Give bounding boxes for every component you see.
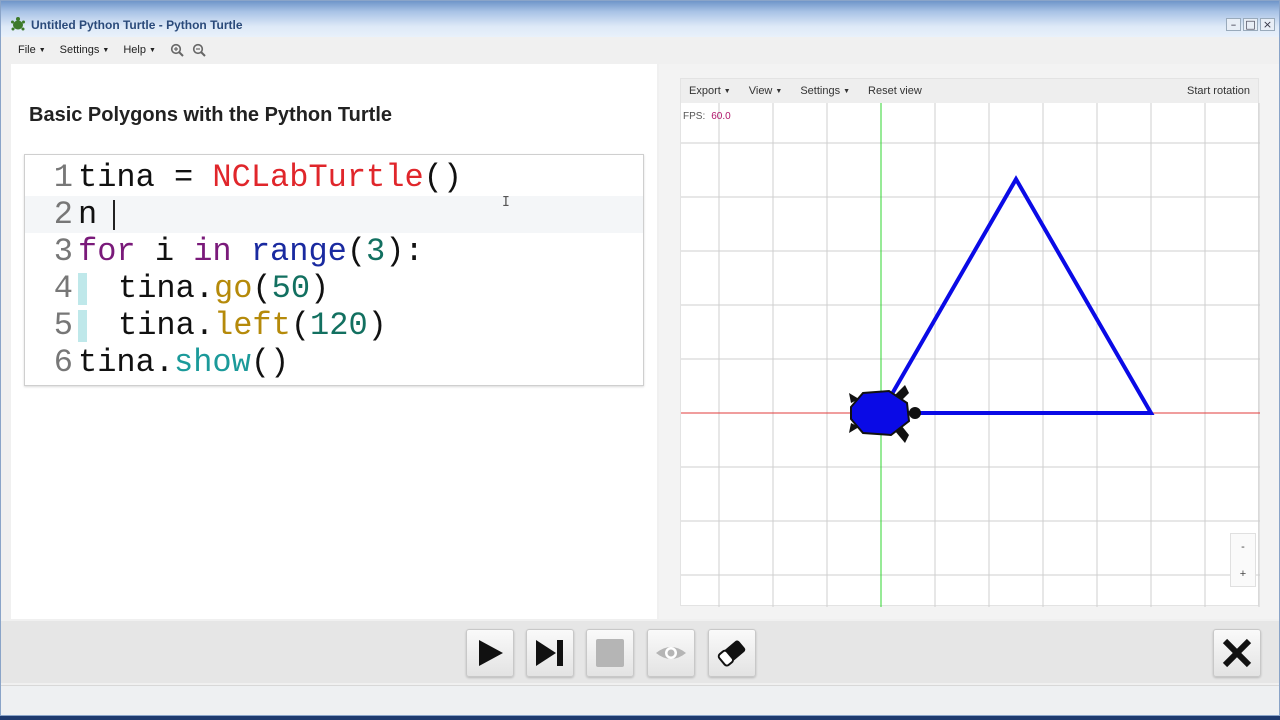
canvas-toolbar: Export ▼ View ▼ Settings ▼ Reset view Start…: [681, 79, 1258, 103]
play-button[interactable]: [466, 629, 514, 677]
mouse-ibeam-cursor: I: [502, 195, 510, 210]
worksheet-pane: Basic Polygons with the Python Turtle 1t…: [11, 64, 657, 619]
code-line[interactable]: 2n: [25, 196, 643, 233]
text-cursor: [113, 199, 116, 230]
zoom-out-button[interactable]: -: [1231, 534, 1255, 561]
turtle-output-pane: Export ▼ View ▼ Settings ▼ Reset view Start…: [659, 64, 1279, 619]
window-close-button[interactable]: ×: [1260, 18, 1275, 31]
export-menu[interactable]: Export ▼: [689, 85, 731, 97]
menu-settings[interactable]: Settings ▼: [60, 44, 110, 56]
code-line[interactable]: 6 tina.show(): [25, 344, 643, 381]
close-button[interactable]: [1213, 629, 1261, 677]
window-title: Untitled Python Turtle - Python Turtle: [31, 18, 243, 32]
menu-bar: File ▼ Settings ▼ Help ▼: [1, 38, 1279, 62]
code-line[interactable]: 1 tina = NCLabTurtle(): [25, 159, 643, 196]
status-bar: [1, 685, 1279, 715]
code-text: for i in range(3):: [78, 233, 424, 270]
code-text: tina.go(50): [73, 270, 329, 307]
code-line[interactable]: 5 tina.left(120): [25, 307, 643, 344]
page-title: Basic Polygons with the Python Turtle: [29, 104, 392, 126]
stop-icon: [596, 639, 624, 667]
turtle-canvas[interactable]: [681, 79, 1260, 607]
line-number: 5: [53, 307, 73, 344]
line-number: 6: [53, 344, 73, 381]
canvas-settings-menu[interactable]: Settings ▼: [800, 85, 850, 97]
eye-icon: [656, 647, 686, 659]
turtle-sprite: [849, 385, 921, 443]
code-text: tina.left(120): [73, 307, 387, 344]
eraser-icon: [717, 640, 746, 667]
turtle-drawn-triangle: [877, 175, 1155, 415]
line-number: 2: [53, 196, 73, 233]
title-bar[interactable]: Untitled Python Turtle - Python Turtle –…: [1, 1, 1279, 37]
reset-view-button[interactable]: Reset view: [868, 85, 922, 97]
code-text: tina = NCLabTurtle(): [78, 159, 463, 196]
zoom-in-button[interactable]: +: [1231, 561, 1255, 588]
code-line[interactable]: 4 tina.go(50): [25, 270, 643, 307]
erase-button[interactable]: [708, 629, 756, 677]
play-icon: [479, 640, 503, 666]
canvas-zoom-controls: - +: [1230, 533, 1256, 587]
minimize-button[interactable]: –: [1226, 18, 1241, 31]
step-button[interactable]: [526, 629, 574, 677]
turtle-canvas-panel: Export ▼ View ▼ Settings ▼ Reset view Start…: [680, 78, 1260, 607]
indent-guide: [78, 272, 87, 305]
menu-help[interactable]: Help ▼: [123, 44, 156, 56]
code-line[interactable]: 3 for i in range(3):: [25, 233, 643, 270]
line-number: 4: [53, 270, 73, 307]
indent-guide: [78, 309, 87, 342]
app-window: Untitled Python Turtle - Python Turtle –…: [0, 0, 1280, 716]
code-editor[interactable]: 1 tina = NCLabTurtle() 2 n 3 for i in range(3…: [24, 154, 644, 386]
turtle-app-icon: [11, 17, 25, 31]
run-controls-bar: [1, 621, 1279, 683]
line-number: 1: [53, 159, 73, 196]
stop-button[interactable]: [586, 629, 634, 677]
step-icon: [536, 640, 563, 666]
zoom-out-icon[interactable]: [192, 43, 206, 57]
fps-counter: FPS: 60.0: [683, 111, 731, 122]
code-text: tina.show(): [78, 344, 290, 381]
line-number: 3: [53, 233, 73, 270]
start-rotation-button[interactable]: Start rotation: [1187, 85, 1250, 97]
close-icon: [1222, 638, 1252, 668]
watch-button[interactable]: [647, 629, 695, 677]
maximize-button[interactable]: □: [1243, 18, 1258, 31]
view-menu[interactable]: View ▼: [749, 85, 783, 97]
zoom-in-icon[interactable]: [170, 43, 184, 57]
menu-file[interactable]: File ▼: [18, 44, 46, 56]
code-text: n: [73, 196, 116, 233]
